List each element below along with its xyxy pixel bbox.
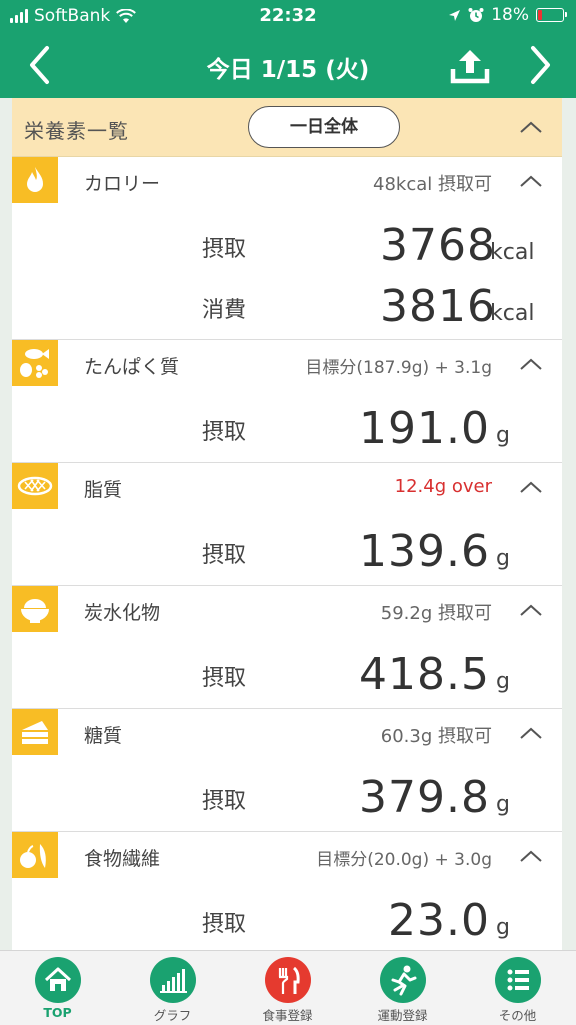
apple-vegetable-icon <box>12 832 58 878</box>
nutrient-dietary-fiber: 食物繊維 目標分(20.0g) + 3.0g 摂取 23.0 g <box>12 832 562 950</box>
nutrient-name: 糖質 <box>84 725 123 747</box>
nutrient-protein: たんぱく質 目標分(187.9g) + 3.1g 摂取 191.0 g <box>12 340 562 463</box>
nutrient-carbohydrates: 炭水化物 59.2g 摂取可 摂取 418.5 g <box>12 586 562 709</box>
nutrient-name: たんぱく質 <box>84 356 180 378</box>
row-label: 摂取 <box>202 912 247 937</box>
nutrient-status: 48kcal 摂取可 <box>373 174 492 195</box>
nutrient-name: 炭水化物 <box>84 602 161 624</box>
rice-bowl-icon <box>12 586 58 632</box>
row-unit: kcal <box>490 301 535 326</box>
row-value: 418.5 <box>359 649 490 700</box>
tab-exercise-entry[interactable]: 運動登録 <box>345 951 460 1025</box>
collapse-icon[interactable] <box>519 480 543 494</box>
tab-top[interactable]: TOP <box>0 951 115 1025</box>
tab-label: TOP <box>43 1005 72 1020</box>
intake-row: 摂取 418.5 g <box>12 640 562 700</box>
nutrient-fat: 脂質 12.4g over 摂取 139.6 g <box>12 463 562 586</box>
nutrient-header[interactable]: 脂質 12.4g over <box>12 463 562 511</box>
nutrient-name: 食物繊維 <box>84 848 161 870</box>
row-unit: g <box>496 915 510 940</box>
nutrient-status: 12.4g over <box>394 476 492 497</box>
row-label: 摂取 <box>202 789 247 814</box>
row-unit: kcal <box>490 240 535 265</box>
tab-label: その他 <box>498 1008 537 1023</box>
collapse-icon[interactable] <box>519 726 543 740</box>
nutrient-sugar: 糖質 60.3g 摂取可 摂取 379.8 g <box>12 709 562 832</box>
nutrient-section-header[interactable]: 栄養素一覧 一日全体 <box>12 98 562 157</box>
battery-icon <box>536 8 567 22</box>
intake-row: 摂取 191.0 g <box>12 394 562 454</box>
collapse-icon[interactable] <box>519 357 543 371</box>
location-icon <box>449 9 461 21</box>
nutrient-name: 脂質 <box>84 479 123 501</box>
scope-toggle-button[interactable]: 一日全体 <box>248 106 400 148</box>
row-value: 23.0 <box>388 895 490 946</box>
row-label: 摂取 <box>202 543 247 568</box>
list-icon <box>495 957 541 1003</box>
row-label: 摂取 <box>202 666 247 691</box>
intake-row: 摂取 139.6 g <box>12 517 562 577</box>
nutrient-status: 60.3g 摂取可 <box>380 726 492 747</box>
tab-graph[interactable]: グラフ <box>115 951 230 1025</box>
next-day-button[interactable] <box>520 42 560 88</box>
row-label: 摂取 <box>202 237 247 262</box>
row-unit: g <box>496 792 510 817</box>
flame-icon <box>12 157 58 203</box>
collapse-icon[interactable] <box>519 849 543 863</box>
tab-label: 運動登録 <box>377 1008 428 1023</box>
row-value: 379.8 <box>359 772 490 823</box>
nutrient-status: 目標分(187.9g) + 3.1g <box>305 358 492 378</box>
tab-meal-entry[interactable]: 食事登録 <box>230 951 345 1025</box>
intake-row: 摂取 379.8 g <box>12 763 562 823</box>
home-icon <box>35 957 81 1003</box>
nutrient-header[interactable]: 食物繊維 目標分(20.0g) + 3.0g <box>12 832 562 880</box>
bar-chart-icon <box>150 957 196 1003</box>
battery-percent: 18% <box>491 5 529 25</box>
collapse-icon[interactable] <box>519 603 543 617</box>
row-unit: g <box>496 669 510 694</box>
collapse-icon[interactable] <box>519 174 543 188</box>
row-value: 3816 <box>380 281 496 332</box>
row-unit: g <box>496 546 510 571</box>
fork-knife-icon <box>265 957 311 1003</box>
tab-bar: TOP グラフ 食事登録 運動登録 その他 <box>0 950 576 1025</box>
nutrient-status: 目標分(20.0g) + 3.0g <box>316 850 492 870</box>
nutrient-header[interactable]: 炭水化物 59.2g 摂取可 <box>12 586 562 634</box>
tab-other[interactable]: その他 <box>460 951 575 1025</box>
app-header: 今日 1/15 (火) <box>0 32 576 98</box>
nutrient-calories: カロリー 48kcal 摂取可 摂取 3768 kcal 消費 3816 kca… <box>12 157 562 340</box>
section-title: 栄養素一覧 <box>24 119 129 143</box>
row-label: 消費 <box>202 298 247 323</box>
nutrient-header[interactable]: 糖質 60.3g 摂取可 <box>12 709 562 757</box>
fat-icon <box>12 463 58 509</box>
row-value: 191.0 <box>359 403 490 454</box>
nutrient-status: 59.2g 摂取可 <box>380 603 492 624</box>
nutrient-panel: 栄養素一覧 一日全体 カロリー 48kcal 摂取可 摂取 3768 kcal … <box>12 98 562 950</box>
row-value: 3768 <box>380 220 496 271</box>
intake-row: 摂取 23.0 g <box>12 886 562 946</box>
runner-icon <box>380 957 426 1003</box>
nutrient-name: カロリー <box>84 173 161 195</box>
row-value: 139.6 <box>359 526 490 577</box>
share-button[interactable] <box>446 46 494 86</box>
cake-icon <box>12 709 58 755</box>
alarm-icon <box>468 8 484 22</box>
nutrient-header[interactable]: たんぱく質 目標分(187.9g) + 3.1g <box>12 340 562 388</box>
tab-label: グラフ <box>153 1008 192 1023</box>
burned-row: 消費 3816 kcal <box>12 272 562 332</box>
status-bar: SoftBank 22:32 18% <box>0 0 576 32</box>
intake-row: 摂取 3768 kcal <box>12 211 562 271</box>
fish-egg-icon <box>12 340 58 386</box>
nutrient-header[interactable]: カロリー 48kcal 摂取可 <box>12 157 562 205</box>
collapse-section-icon[interactable] <box>519 120 543 134</box>
tab-label: 食事登録 <box>262 1008 313 1023</box>
row-unit: g <box>496 423 510 448</box>
row-label: 摂取 <box>202 420 247 445</box>
